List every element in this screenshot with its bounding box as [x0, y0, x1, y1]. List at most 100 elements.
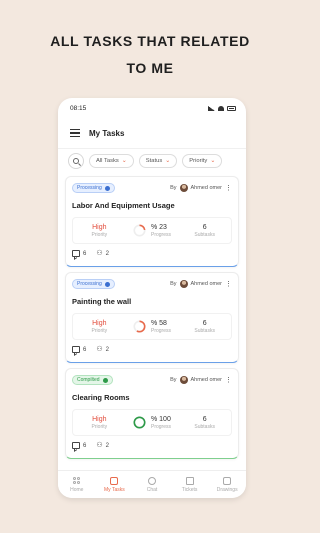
- search-icon: [73, 157, 79, 164]
- status-badge-label: Processing: [77, 185, 102, 191]
- drawings-icon: [223, 476, 232, 485]
- signal-icon: [208, 105, 215, 111]
- nav-chat[interactable]: Chat: [133, 471, 171, 498]
- comments-count[interactable]: 6: [72, 442, 86, 449]
- task-list: Processing By Ahmed omer ⋮ Labor And Equ…: [58, 172, 246, 459]
- assignee-name: Ahmed omer: [190, 377, 223, 383]
- members-count[interactable]: ⚇ 2: [96, 250, 109, 257]
- priority-value: High: [92, 415, 107, 423]
- nav-label: Drawings: [216, 486, 238, 493]
- nav-tickets[interactable]: Tickets: [171, 471, 209, 498]
- avatar: [179, 184, 188, 192]
- avatar: [179, 376, 188, 384]
- headline-line-2: TO ME: [126, 60, 174, 76]
- priority-stat: High Priority: [73, 224, 126, 238]
- members-count[interactable]: ⚇ 2: [96, 346, 109, 353]
- assignee-name: Ahmed omer: [190, 281, 223, 287]
- priority-value: High: [92, 319, 107, 327]
- subtasks-stat: 6 Subtasks: [178, 320, 231, 334]
- subtasks-value: 6: [202, 319, 207, 327]
- comment-icon: [72, 442, 80, 449]
- nav-home[interactable]: Home: [58, 471, 96, 498]
- progress-value: % 58: [151, 319, 167, 327]
- status-badge: Compilted: [72, 375, 113, 385]
- chevron-down-icon: ⌄: [121, 158, 127, 164]
- priority-label: Priority: [91, 231, 108, 238]
- subtasks-value: 6: [202, 415, 207, 423]
- comments-count[interactable]: 6: [72, 346, 86, 353]
- task-title: Labor And Equipment Usage: [72, 201, 175, 210]
- more-options-icon[interactable]: ⋮: [225, 185, 232, 192]
- priority-value: High: [92, 223, 107, 231]
- people-icon: ⚇: [96, 346, 103, 353]
- ticket-icon: [185, 476, 194, 485]
- task-meta: 6 ⚇ 2: [72, 346, 232, 353]
- comments-value: 6: [83, 442, 87, 449]
- comments-value: 6: [83, 346, 87, 353]
- status-badge: Processing: [72, 279, 115, 289]
- status-badge: Processing: [72, 183, 115, 193]
- task-meta: 6 ⚇ 2: [72, 250, 232, 257]
- task-card[interactable]: Compilted By Ahmed omer ⋮ Clearing Rooms…: [65, 368, 239, 459]
- progress-ring-fill: [133, 416, 146, 429]
- members-value: 2: [105, 442, 109, 449]
- nav-drawings[interactable]: Drawings: [208, 471, 246, 498]
- progress-stat: % 23 Progress: [126, 224, 179, 238]
- assignee-name: Ahmed omer: [190, 185, 223, 191]
- comments-count[interactable]: 6: [72, 250, 86, 257]
- people-icon: ⚇: [96, 442, 103, 449]
- progress-label: Progress: [151, 327, 172, 334]
- battery-icon: [227, 105, 236, 111]
- status-icon: [104, 281, 110, 287]
- by-label: By: [170, 185, 177, 191]
- members-count[interactable]: ⚇ 2: [96, 442, 109, 449]
- menu-icon[interactable]: [70, 129, 80, 137]
- assignee: By Ahmed omer ⋮: [170, 184, 232, 192]
- filter-label: Status: [145, 157, 163, 164]
- filter-all-tasks[interactable]: All Tasks ⌄: [89, 153, 134, 168]
- task-card[interactable]: Processing By Ahmed omer ⋮ Labor And Equ…: [65, 176, 239, 267]
- search-button[interactable]: [68, 152, 84, 169]
- task-stats: High Priority % 100 Progress 6 Subtasks: [72, 409, 232, 436]
- more-options-icon[interactable]: ⋮: [225, 281, 232, 288]
- phone-screen: 08:15 My Tasks All Tasks ⌄ Status ⌄ Prio…: [58, 98, 246, 498]
- chevron-down-icon: ⌄: [165, 158, 171, 164]
- subtasks-label: Subtasks: [194, 231, 215, 238]
- task-card[interactable]: Processing By Ahmed omer ⋮ Painting the …: [65, 272, 239, 363]
- priority-stat: High Priority: [73, 320, 126, 334]
- progress-label: Progress: [151, 231, 172, 238]
- comment-icon: [72, 250, 80, 257]
- more-options-icon[interactable]: ⋮: [225, 377, 232, 384]
- priority-label: Priority: [91, 423, 108, 430]
- task-title: Painting the wall: [72, 297, 132, 306]
- comment-icon: [72, 346, 80, 353]
- filter-status[interactable]: Status ⌄: [138, 153, 178, 168]
- status-bar: 08:15: [58, 98, 246, 118]
- nav-label: Chat: [146, 486, 158, 493]
- progress-label: Progress: [151, 423, 172, 430]
- headline-line-1: ALL TASKS THAT RELATED: [50, 33, 250, 49]
- avatar: [179, 280, 188, 288]
- task-meta: 6 ⚇ 2: [72, 442, 232, 449]
- subtasks-stat: 6 Subtasks: [178, 416, 231, 430]
- by-label: By: [170, 281, 177, 287]
- by-label: By: [170, 377, 177, 383]
- home-grid-icon: [72, 476, 81, 485]
- nav-my-tasks[interactable]: My Tasks: [96, 471, 134, 498]
- task-stats: High Priority % 23 Progress 6 Subtasks: [72, 217, 232, 244]
- progress-ring-icon: [133, 320, 146, 333]
- status-time: 08:15: [70, 104, 87, 112]
- progress-stat: % 100 Progress: [126, 416, 179, 430]
- nav-label: Home: [70, 486, 84, 493]
- check-icon: [102, 377, 108, 383]
- progress-ring-icon: [133, 224, 146, 237]
- task-stats: High Priority % 58 Progress 6 Subtasks: [72, 313, 232, 340]
- assignee: By Ahmed omer ⋮: [170, 376, 232, 384]
- subtasks-stat: 6 Subtasks: [178, 224, 231, 238]
- filter-priority[interactable]: Priority ⌄: [182, 153, 223, 168]
- task-title: Clearing Rooms: [72, 393, 130, 402]
- progress-stat: % 58 Progress: [126, 320, 179, 334]
- app-bar: My Tasks: [58, 118, 246, 148]
- nav-label: Tickets: [181, 486, 198, 493]
- comments-value: 6: [83, 250, 87, 257]
